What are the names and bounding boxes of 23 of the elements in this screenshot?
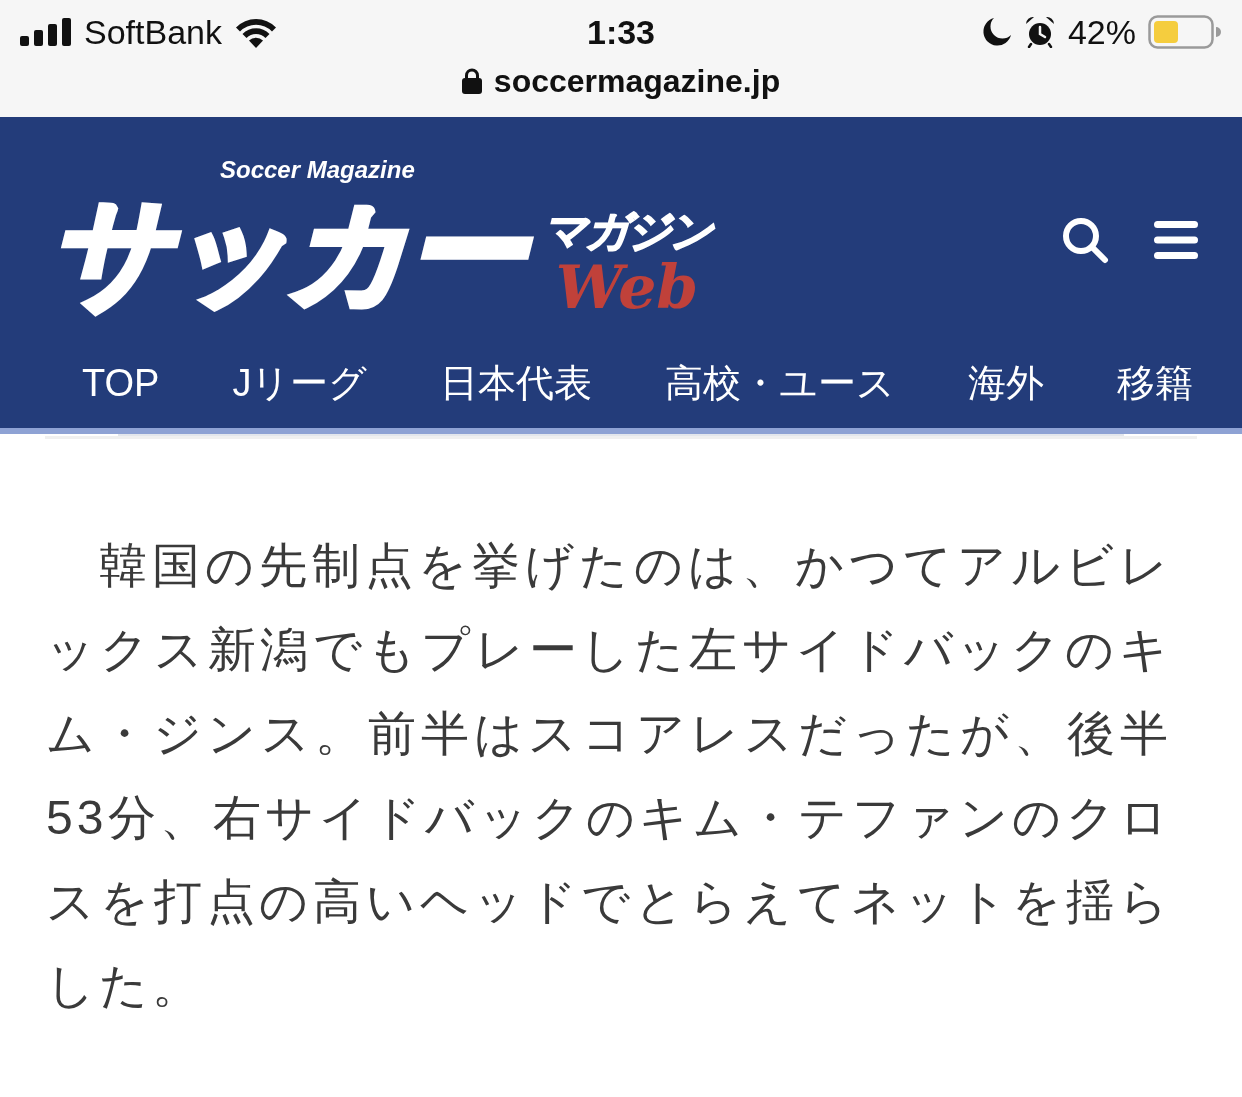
lock-icon bbox=[461, 68, 482, 94]
moon-icon bbox=[981, 17, 1012, 47]
logo-title: サッカー bbox=[44, 185, 543, 321]
battery-percent: 42% bbox=[1067, 15, 1136, 49]
clock-time: 1:33 bbox=[586, 15, 656, 49]
battery-icon bbox=[1148, 15, 1222, 49]
logo-tagline: Soccer Magazine bbox=[220, 156, 416, 186]
nav-link[interactable]: 高校・ユース bbox=[665, 364, 896, 402]
nav-link[interactable]: 日本代表 bbox=[440, 364, 593, 402]
signal-icon bbox=[20, 18, 72, 46]
alarm-clock-icon bbox=[1023, 16, 1056, 48]
carrier-name: SoftBank bbox=[84, 15, 222, 49]
logo-edition: Web bbox=[555, 255, 700, 319]
search-icon[interactable] bbox=[1061, 215, 1109, 264]
menu-icon[interactable] bbox=[1154, 220, 1198, 259]
nav-link[interactable]: TOP bbox=[82, 364, 160, 402]
nav-link[interactable]: Jリーグ bbox=[232, 364, 368, 402]
article-paragraph: 韓国の先制点を挙げたのは、かつてアルビレックス新潟でもプレーした左サイドバックのキム・ジンス。前半はスコアレスだったが、後半53分、右サイドバックのキム・テファンのクロスを打点の高いヘッドでとらえてネットを揺らした。 bbox=[46, 538, 1172, 1014]
logo-subtitle: マガジン bbox=[543, 207, 714, 256]
wifi-icon bbox=[234, 16, 278, 48]
nav-link[interactable]: 移籍 bbox=[1117, 364, 1194, 402]
nav-link[interactable]: 海外 bbox=[968, 364, 1045, 402]
url-text[interactable]: soccermagazine.jp bbox=[493, 65, 781, 97]
